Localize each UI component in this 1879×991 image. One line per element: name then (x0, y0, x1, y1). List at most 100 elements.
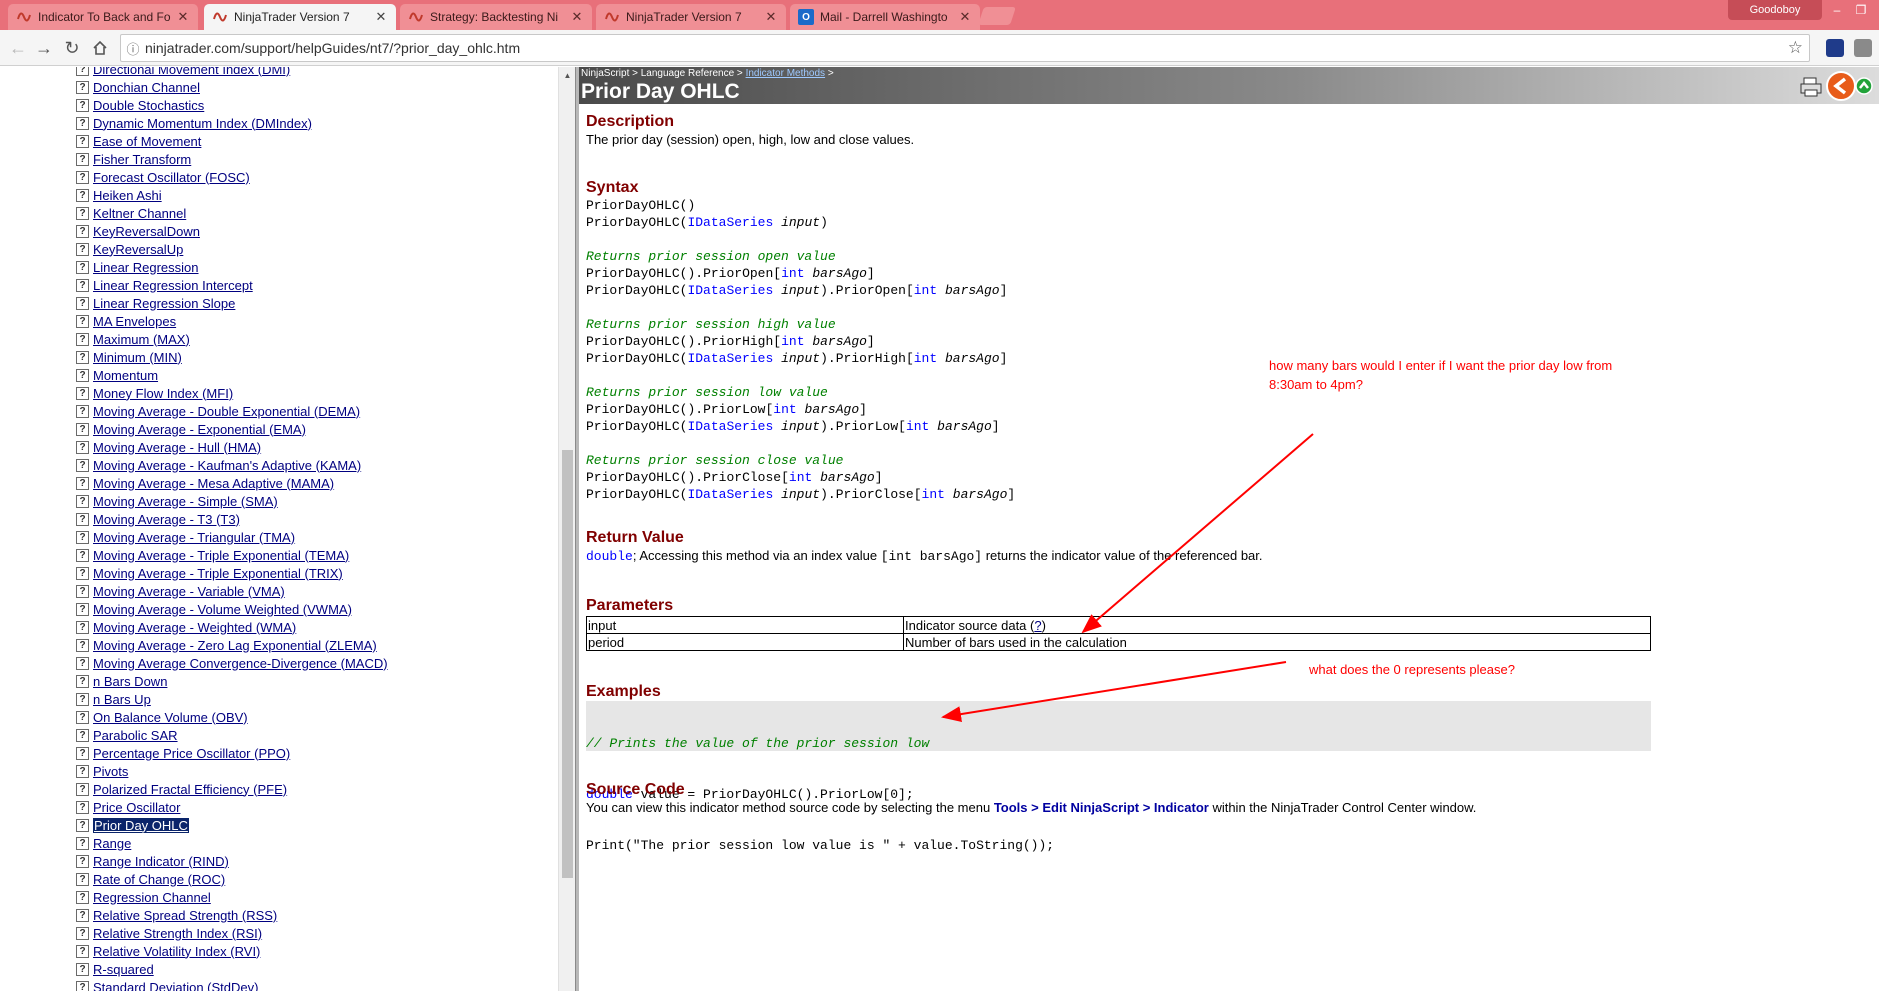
toc-link[interactable]: Relative Strength Index (RSI) (93, 926, 262, 941)
toc-link[interactable]: Donchian Channel (93, 80, 200, 95)
toc-link[interactable]: Percentage Price Oscillator (PPO) (93, 746, 290, 761)
toc-item[interactable]: ? Relative Spread Strength (RSS) (76, 906, 388, 924)
toc-link[interactable]: Range (93, 836, 131, 851)
toc-link[interactable]: Moving Average - Double Exponential (DEM… (93, 404, 360, 419)
close-icon[interactable]: ✕ (958, 9, 972, 25)
toc-link[interactable]: Regression Channel (93, 890, 211, 905)
toc-link[interactable]: n Bars Down (93, 674, 167, 689)
toc-item[interactable]: ? Money Flow Index (MFI) (76, 384, 388, 402)
toc-item[interactable]: ? Relative Strength Index (RSI) (76, 924, 388, 942)
toc-item[interactable]: ? Keltner Channel (76, 204, 388, 222)
toc-link[interactable]: R-squared (93, 962, 154, 977)
toc-item[interactable]: ? Moving Average - Triple Exponential (TE… (76, 546, 388, 564)
toc-item[interactable]: ? Parabolic SAR (76, 726, 388, 744)
toc-item[interactable]: ? Donchian Channel (76, 78, 388, 96)
toc-link[interactable]: KeyReversalUp (93, 242, 183, 257)
toc-link[interactable]: KeyReversalDown (93, 224, 200, 239)
toc-link[interactable]: Moving Average - Hull (HMA) (93, 440, 261, 455)
toc-item[interactable]: ? Heiken Ashi (76, 186, 388, 204)
toc-link[interactable]: Moving Average - Exponential (EMA) (93, 422, 306, 437)
toc-item[interactable]: ? R-squared (76, 960, 388, 978)
print-icon[interactable] (1800, 77, 1822, 100)
toc-item[interactable]: ? Moving Average - Kaufman's Adaptive (KA… (76, 456, 388, 474)
close-icon[interactable]: ✕ (764, 9, 778, 25)
toc-item[interactable]: ? Maximum (MAX) (76, 330, 388, 348)
toc-item[interactable]: ? Moving Average - Double Exponential (DE… (76, 402, 388, 420)
toc-item[interactable]: ? On Balance Volume (OBV) (76, 708, 388, 726)
toc-link[interactable]: Moving Average - T3 (T3) (93, 512, 240, 527)
user-profile-badge[interactable]: Goodoboy (1728, 0, 1822, 20)
toc-item[interactable]: ? Double Stochastics (76, 96, 388, 114)
toc-link[interactable]: Moving Average - Weighted (WMA) (93, 620, 296, 635)
browser-tab-1[interactable]: Indicator To Back and Fo ✕ (8, 4, 198, 30)
toc-link[interactable]: n Bars Up (93, 692, 151, 707)
close-icon[interactable]: ✕ (176, 9, 190, 25)
toc-item[interactable]: ? Forecast Oscillator (FOSC) (76, 168, 388, 186)
scrollbar-thumb[interactable] (562, 450, 573, 878)
toc-item[interactable]: ? Linear Regression Intercept (76, 276, 388, 294)
toc-link[interactable]: Dynamic Momentum Index (DMIndex) (93, 116, 312, 131)
toc-item[interactable]: ? Price Oscillator (76, 798, 388, 816)
toc-link[interactable]: Moving Average - Variable (VMA) (93, 584, 285, 599)
toc-item[interactable]: ? Percentage Price Oscillator (PPO) (76, 744, 388, 762)
toc-item[interactable]: ? Prior Day OHLC (76, 816, 388, 834)
toc-item[interactable]: ? Moving Average - Variable (VMA) (76, 582, 388, 600)
toc-link[interactable]: Moving Average - Triple Exponential (TRI… (93, 566, 343, 581)
toc-item[interactable]: ? Momentum (76, 366, 388, 384)
toc-link[interactable]: MA Envelopes (93, 314, 176, 329)
toc-item[interactable]: ? Moving Average - Weighted (WMA) (76, 618, 388, 636)
scroll-up-arrow-icon[interactable]: ▲ (559, 69, 575, 83)
toc-item[interactable]: ? Moving Average - Simple (SMA) (76, 492, 388, 510)
breadcrumb-link-indicator-methods[interactable]: Indicator Methods (746, 68, 826, 79)
toc-item[interactable]: ? Moving Average - Triple Exponential (TR… (76, 564, 388, 582)
toc-item[interactable]: ? KeyReversalDown (76, 222, 388, 240)
toc-item[interactable]: ? KeyReversalUp (76, 240, 388, 258)
bookmark-star-icon[interactable]: ☆ (1788, 38, 1803, 58)
close-icon[interactable]: ✕ (374, 9, 388, 25)
toc-item[interactable]: ? Moving Average - Exponential (EMA) (76, 420, 388, 438)
toc-item[interactable]: ? Rate of Change (ROC) (76, 870, 388, 888)
toc-item[interactable]: ? Fisher Transform (76, 150, 388, 168)
toc-link[interactable]: Standard Deviation (StdDev) (93, 980, 258, 991)
toc-item[interactable]: ? Moving Average - Volume Weighted (VWMA) (76, 600, 388, 618)
browser-tab-4[interactable]: NinjaTrader Version 7 ✕ (596, 4, 786, 30)
help-link[interactable]: ? (1034, 618, 1041, 633)
toc-link[interactable]: Linear Regression Intercept (93, 278, 253, 293)
toc-item[interactable]: ? Minimum (MIN) (76, 348, 388, 366)
home-icon[interactable] (88, 36, 112, 60)
toc-link[interactable]: Forecast Oscillator (FOSC) (93, 170, 250, 185)
toc-item[interactable]: ? Directional Movement Index (DMI) (76, 67, 388, 78)
toc-link[interactable]: Linear Regression (93, 260, 199, 275)
toc-item[interactable]: ? Regression Channel (76, 888, 388, 906)
extension-chart-icon[interactable] (1826, 39, 1844, 57)
toc-item[interactable]: ? Standard Deviation (StdDev) (76, 978, 388, 991)
toc-link[interactable]: Price Oscillator (93, 800, 180, 815)
toc-link[interactable]: Polarized Fractal Efficiency (PFE) (93, 782, 287, 797)
browser-tab-3[interactable]: Strategy: Backtesting Ni ✕ (400, 4, 592, 30)
toc-item[interactable]: ? Moving Average - Hull (HMA) (76, 438, 388, 456)
toc-link[interactable]: Moving Average - Triple Exponential (TEM… (93, 548, 349, 563)
toc-link[interactable]: Moving Average - Simple (SMA) (93, 494, 278, 509)
toc-item[interactable]: ? Moving Average - Triangular (TMA) (76, 528, 388, 546)
extension-puzzle-icon[interactable] (1854, 39, 1872, 57)
toc-link[interactable]: Minimum (MIN) (93, 350, 182, 365)
toc-link[interactable]: Rate of Change (ROC) (93, 872, 225, 887)
info-icon[interactable]: ⓘ (121, 39, 145, 58)
address-bar[interactable]: ⓘ ninjatrader.com/support/helpGuides/nt7… (120, 34, 1810, 62)
browser-tab-2[interactable]: NinjaTrader Version 7 ✕ (204, 4, 396, 30)
toc-link[interactable]: Moving Average - Kaufman's Adaptive (KAM… (93, 458, 361, 473)
toc-link[interactable]: Relative Spread Strength (RSS) (93, 908, 277, 923)
forward-icon[interactable]: → (32, 36, 56, 60)
toc-link[interactable]: Moving Average - Zero Lag Exponential (Z… (93, 638, 377, 653)
toc-link[interactable]: Moving Average - Triangular (TMA) (93, 530, 295, 545)
toc-link[interactable]: Linear Regression Slope (93, 296, 235, 311)
toc-link[interactable]: Money Flow Index (MFI) (93, 386, 233, 401)
toc-link[interactable]: Maximum (MAX) (93, 332, 190, 347)
reload-icon[interactable]: ↻ (60, 36, 84, 60)
toc-scrollbar[interactable]: ▲ (558, 67, 575, 991)
back-arrow-circle-icon[interactable] (1826, 71, 1856, 104)
toc-link[interactable]: Moving Average - Volume Weighted (VWMA) (93, 602, 352, 617)
toc-link[interactable]: Moving Average - Mesa Adaptive (MAMA) (93, 476, 334, 491)
toc-link[interactable]: Keltner Channel (93, 206, 186, 221)
toc-item[interactable]: ? Dynamic Momentum Index (DMIndex) (76, 114, 388, 132)
